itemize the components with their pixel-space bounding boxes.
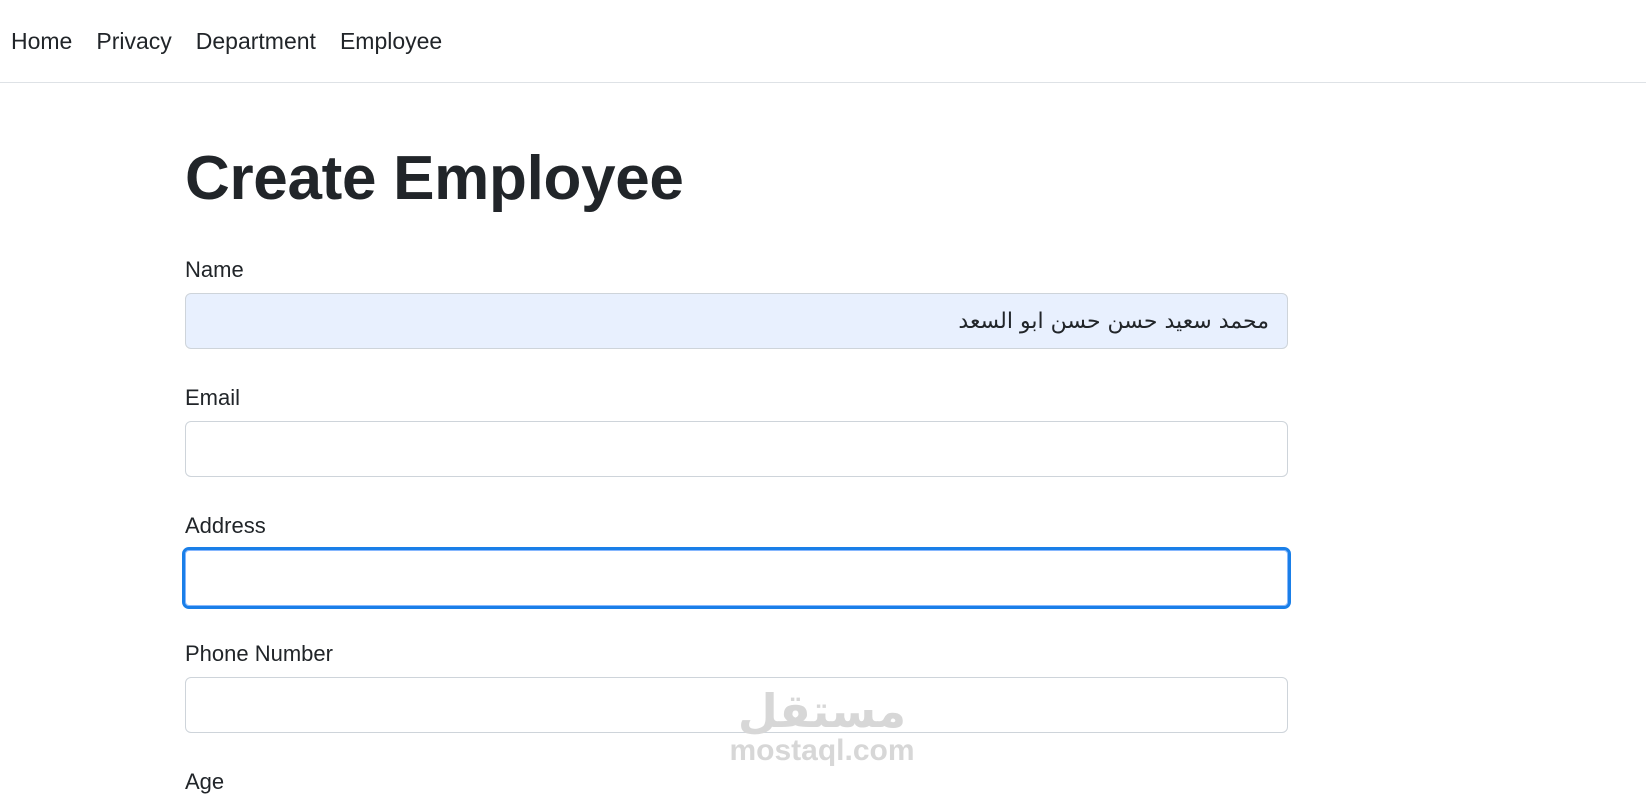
email-form-group: Email (185, 385, 1288, 477)
name-label: Name (185, 257, 244, 282)
nav-link-department[interactable]: Department (196, 28, 316, 54)
email-label: Email (185, 385, 241, 410)
main-content: Create Employee Name Email Address Phone… (182, 83, 1291, 793)
name-input[interactable] (185, 293, 1288, 349)
nav-link-employee[interactable]: Employee (340, 28, 442, 54)
nav-link-privacy[interactable]: Privacy (96, 28, 171, 54)
address-input[interactable] (182, 547, 1291, 609)
name-form-group: Name (185, 257, 1288, 349)
phone-label: Phone Number (185, 641, 333, 666)
phone-input[interactable] (185, 677, 1288, 733)
top-navbar: Home Privacy Department Employee (0, 0, 1646, 83)
email-input[interactable] (185, 421, 1288, 477)
phone-form-group: Phone Number (185, 641, 1288, 733)
age-form-group: Age (185, 771, 1288, 793)
nav-list: Home Privacy Department Employee (0, 0, 1646, 84)
nav-link-home[interactable]: Home (11, 28, 72, 54)
watermark-latin: mostaql.com (729, 734, 915, 767)
address-label: Address (185, 513, 266, 538)
page-title: Create Employee (185, 144, 684, 213)
address-form-group: Address (182, 513, 1291, 609)
age-label: Age (185, 769, 225, 794)
